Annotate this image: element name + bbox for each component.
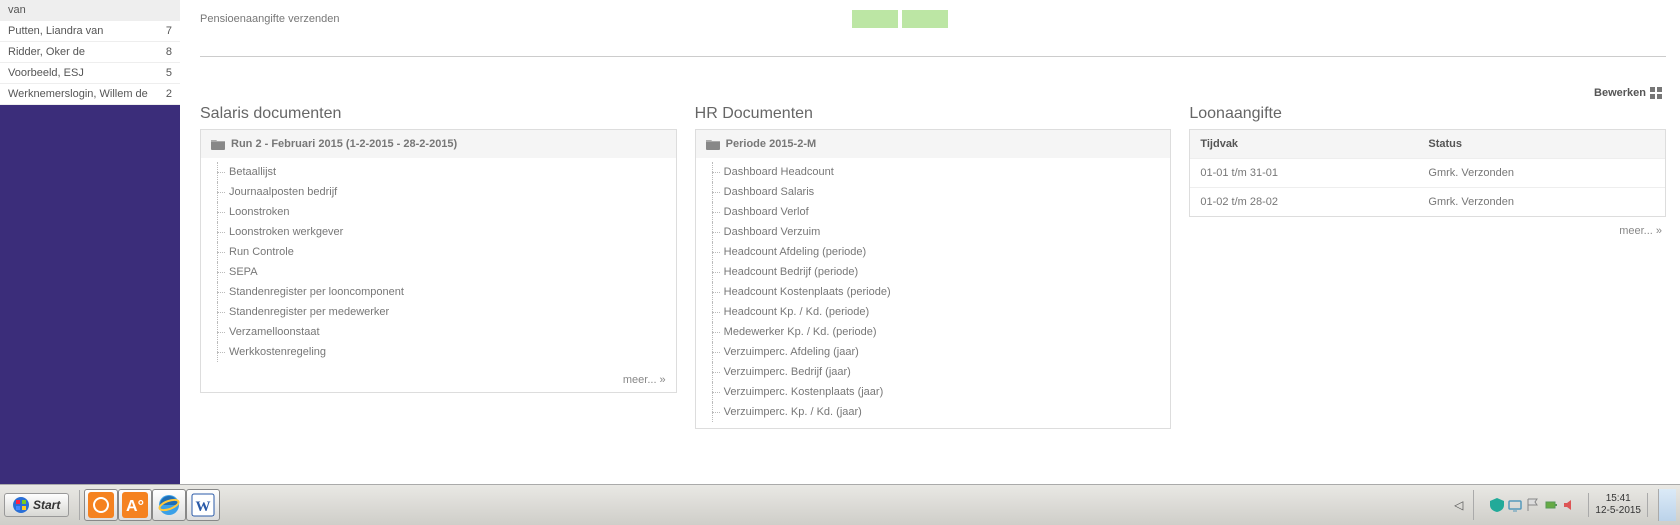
- salaris-panel: Run 2 - Februari 2015 (1-2-2015 - 28-2-2…: [200, 129, 677, 393]
- tray-network-icon[interactable]: [1508, 498, 1522, 512]
- doc-item[interactable]: Headcount Kostenplaats (periode): [696, 282, 1171, 302]
- salaris-title: Salaris documenten: [200, 105, 677, 123]
- doc-item[interactable]: Headcount Bedrijf (periode): [696, 262, 1171, 282]
- doc-item[interactable]: Verzuimperc. Kostenplaats (jaar): [696, 382, 1171, 402]
- table-row[interactable]: 01-01 t/m 31-01 Gmrk. Verzonden: [1190, 159, 1665, 188]
- start-label: Start: [33, 498, 60, 512]
- employee-row[interactable]: Werknemerslogin, Willem de 2: [0, 84, 180, 105]
- hr-folder-header[interactable]: Periode 2015-2-M: [696, 130, 1171, 158]
- doc-item[interactable]: Loonstroken: [201, 202, 676, 222]
- employee-row[interactable]: Voorbeeld, ESJ 5: [0, 63, 180, 84]
- taskbar-app-a[interactable]: A°: [118, 489, 152, 521]
- employee-list: van Putten, Liandra van 7 Ridder, Oker de…: [0, 0, 180, 105]
- tray-expand-icon[interactable]: ◁: [1454, 498, 1463, 512]
- employee-row[interactable]: van: [0, 0, 180, 21]
- sidebar: van Putten, Liandra van 7 Ridder, Oker de…: [0, 0, 180, 484]
- tray-security-icon[interactable]: [1490, 498, 1504, 512]
- col-status: Status: [1418, 130, 1665, 159]
- salaris-folder-header[interactable]: Run 2 - Februari 2015 (1-2-2015 - 28-2-2…: [201, 130, 676, 158]
- doc-item[interactable]: Standenregister per looncomponent: [201, 282, 676, 302]
- salaris-column: Salaris documenten Run 2 - Februari 2015…: [200, 105, 677, 393]
- taskbar-app-nmbrs[interactable]: [84, 489, 118, 521]
- taskbar-separator: [79, 490, 80, 520]
- tray-volume-icon[interactable]: [1562, 498, 1576, 512]
- doc-item[interactable]: Headcount Kp. / Kd. (periode): [696, 302, 1171, 322]
- doc-item[interactable]: Werkkostenregeling: [201, 342, 676, 362]
- doc-item[interactable]: Headcount Afdeling (periode): [696, 242, 1171, 262]
- edit-button[interactable]: Bewerken: [1594, 87, 1662, 99]
- doc-item[interactable]: Standenregister per medewerker: [201, 302, 676, 322]
- employee-name: van: [8, 4, 26, 16]
- employee-num: 2: [166, 88, 172, 100]
- employee-name: Putten, Liandra van: [8, 25, 103, 37]
- employee-num: 5: [166, 67, 172, 79]
- salaris-tree: Betaallijst Journaalposten bedrijf Loons…: [201, 158, 676, 368]
- svg-text:A°: A°: [126, 498, 144, 515]
- doc-item[interactable]: SEPA: [201, 262, 676, 282]
- col-tijdvak: Tijdvak: [1190, 130, 1418, 159]
- windows-icon: [13, 497, 29, 513]
- employee-row[interactable]: Putten, Liandra van 7: [0, 21, 180, 42]
- folder-icon: [211, 138, 225, 150]
- loonaangifte-panel: Tijdvak Status 01-01 t/m 31-01 Gmrk. Ver…: [1189, 129, 1666, 217]
- loonaangifte-column: Loonaangifte Tijdvak Status 01-01 t/m 31…: [1189, 105, 1666, 237]
- employee-name: Werknemerslogin, Willem de: [8, 88, 148, 100]
- hr-panel: Periode 2015-2-M Dashboard Headcount Das…: [695, 129, 1172, 429]
- main-content: Pensioenaangifte verzenden Bewerken Sala…: [180, 0, 1680, 484]
- edit-label: Bewerken: [1594, 87, 1646, 99]
- cell-tijdvak: 01-01 t/m 31-01: [1190, 159, 1418, 188]
- hr-tree: Dashboard Headcount Dashboard Salaris Da…: [696, 158, 1171, 428]
- grid-icon: [1650, 87, 1662, 99]
- doc-item[interactable]: Dashboard Salaris: [696, 182, 1171, 202]
- doc-item[interactable]: Verzamelloonstaat: [201, 322, 676, 342]
- show-desktop-button[interactable]: [1658, 489, 1676, 521]
- loonaangifte-more-link[interactable]: meer... »: [1189, 217, 1666, 237]
- hr-column: HR Documenten Periode 2015-2-M Dashboard…: [695, 105, 1172, 429]
- hr-folder-label: Periode 2015-2-M: [726, 138, 816, 150]
- clock-time: 15:41: [1595, 493, 1641, 505]
- loonaangifte-title: Loonaangifte: [1189, 105, 1666, 123]
- tray-flag-icon[interactable]: [1526, 498, 1540, 512]
- employee-name: Voorbeeld, ESJ: [8, 67, 84, 79]
- doc-item[interactable]: Dashboard Verzuim: [696, 222, 1171, 242]
- loonaangifte-table: Tijdvak Status 01-01 t/m 31-01 Gmrk. Ver…: [1190, 130, 1665, 216]
- taskbar-app-word[interactable]: W: [186, 489, 220, 521]
- salaris-more-link[interactable]: meer... »: [201, 368, 676, 392]
- employee-row[interactable]: Ridder, Oker de 8: [0, 42, 180, 63]
- doc-item[interactable]: Loonstroken werkgever: [201, 222, 676, 242]
- doc-item[interactable]: Dashboard Headcount: [696, 162, 1171, 182]
- cell-tijdvak: 01-02 t/m 28-02: [1190, 188, 1418, 217]
- salaris-folder-label: Run 2 - Februari 2015 (1-2-2015 - 28-2-2…: [231, 138, 457, 150]
- progress-block: [902, 10, 948, 28]
- clock-date: 12-5-2015: [1595, 505, 1641, 517]
- doc-item[interactable]: Medewerker Kp. / Kd. (periode): [696, 322, 1171, 342]
- tray-separator: [1473, 490, 1474, 520]
- employee-name: Ridder, Oker de: [8, 46, 85, 58]
- cell-status: Gmrk. Verzonden: [1418, 188, 1665, 217]
- doc-item[interactable]: Dashboard Verlof: [696, 202, 1171, 222]
- progress-blocks: [852, 10, 948, 28]
- taskbar-clock[interactable]: 15:41 12-5-2015: [1588, 493, 1648, 517]
- cell-status: Gmrk. Verzonden: [1418, 159, 1665, 188]
- doc-item[interactable]: Betaallijst: [201, 162, 676, 182]
- progress-row: Pensioenaangifte verzenden: [200, 0, 1666, 57]
- hr-title: HR Documenten: [695, 105, 1172, 123]
- employee-num: 8: [166, 46, 172, 58]
- progress-block: [852, 10, 898, 28]
- folder-icon: [706, 138, 720, 150]
- tray-power-icon[interactable]: [1544, 498, 1558, 512]
- system-tray: ◁ 15:41 12-5-2015: [1454, 489, 1676, 521]
- doc-item[interactable]: Journaalposten bedrijf: [201, 182, 676, 202]
- svg-text:W: W: [196, 499, 211, 515]
- start-button[interactable]: Start: [4, 493, 69, 517]
- employee-num: 7: [166, 25, 172, 37]
- doc-item[interactable]: Run Controle: [201, 242, 676, 262]
- taskbar: Start A° W ◁ 15:41 12-5-2015: [0, 484, 1680, 525]
- progress-step-label[interactable]: Pensioenaangifte verzenden: [200, 13, 852, 25]
- taskbar-app-ie[interactable]: [152, 489, 186, 521]
- doc-item[interactable]: Verzuimperc. Kp. / Kd. (jaar): [696, 402, 1171, 422]
- table-row[interactable]: 01-02 t/m 28-02 Gmrk. Verzonden: [1190, 188, 1665, 217]
- doc-item[interactable]: Verzuimperc. Afdeling (jaar): [696, 342, 1171, 362]
- doc-item[interactable]: Verzuimperc. Bedrijf (jaar): [696, 362, 1171, 382]
